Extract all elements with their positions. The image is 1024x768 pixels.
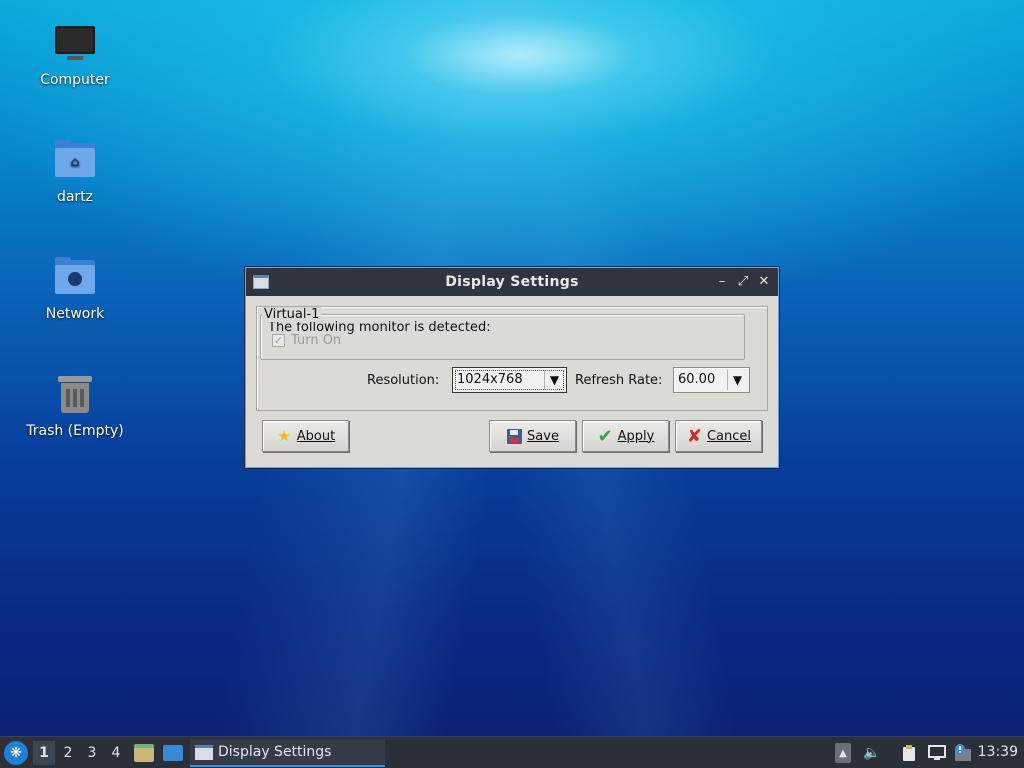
floppy-disk-icon — [506, 428, 523, 445]
save-button[interactable]: Save — [489, 420, 576, 452]
resolution-label: Resolution: — [367, 373, 440, 388]
workspace-1[interactable]: 1 — [33, 741, 55, 765]
file-manager-launcher-icon[interactable] — [134, 744, 154, 762]
desktop-icon-label: Network — [45, 306, 105, 322]
close-button[interactable]: ✕ — [756, 274, 772, 290]
refresh-rate-label: Refresh Rate: — [575, 373, 663, 388]
task-label: Display Settings — [218, 744, 332, 760]
desktop-icon-label: dartz — [56, 189, 94, 205]
refresh-rate-dropdown[interactable]: 60.00 ▼ — [673, 367, 750, 393]
clipboard-icon[interactable] — [900, 743, 918, 763]
chevron-down-icon: ▼ — [544, 370, 564, 390]
desktop-icon-computer[interactable]: Computer — [20, 22, 130, 88]
workspace-2[interactable]: 2 — [57, 741, 79, 765]
clock[interactable]: 13:39 — [978, 744, 1018, 760]
dialog-title: Display Settings — [445, 274, 579, 290]
apply-button[interactable]: ✔ Apply — [582, 420, 669, 452]
resolution-value: 1024x768 — [457, 372, 523, 387]
chevron-down-icon: ▼ — [727, 370, 747, 390]
about-button-label: About — [296, 428, 336, 444]
save-button-label: Save — [527, 428, 559, 444]
turn-on-checkbox[interactable]: ✓ — [272, 334, 285, 347]
volume-icon[interactable]: 🔈 — [862, 743, 882, 763]
monitor-name: Virtual-1 — [262, 307, 322, 322]
taskbar: ❋ 1 2 3 4 Display Settings ▲ 🔈 13:39 — [0, 736, 1024, 768]
network-status-icon[interactable] — [927, 743, 947, 763]
tray-expand-icon[interactable]: ▲ — [835, 743, 851, 763]
dialog-titlebar[interactable]: Display Settings – ⤢ ✕ — [246, 268, 778, 296]
desktop-icon-label: Trash (Empty) — [26, 423, 124, 439]
desktop-icon-trash[interactable]: Trash (Empty) — [20, 373, 130, 439]
show-desktop-icon[interactable] — [163, 745, 183, 761]
desktop-icon-network[interactable]: Network — [20, 256, 130, 322]
desktop-icon-home[interactable]: ⌂ dartz — [20, 139, 130, 205]
refresh-rate-value: 60.00 — [678, 372, 716, 387]
apply-button-label: Apply — [617, 428, 655, 444]
cancel-button-label: Cancel — [706, 428, 752, 444]
cancel-button[interactable]: ✘ Cancel — [675, 420, 762, 452]
display-settings-dialog: Display Settings – ⤢ ✕ The following mon… — [245, 267, 779, 468]
start-menu-button[interactable]: ❋ — [4, 741, 28, 765]
trash-icon — [53, 373, 97, 417]
window-app-icon — [195, 744, 213, 760]
maximize-button[interactable]: ⤢ — [735, 274, 751, 290]
home-folder-icon: ⌂ — [53, 139, 97, 183]
network-folder-icon — [53, 256, 97, 300]
workspace-4[interactable]: 4 — [105, 741, 127, 765]
turn-on-label: Turn On — [291, 333, 342, 348]
star-icon: ★ — [277, 426, 291, 445]
cancel-x-icon: ✘ — [686, 425, 703, 447]
taskbar-task-display-settings[interactable]: Display Settings — [190, 739, 385, 767]
workspace-3[interactable]: 3 — [81, 741, 103, 765]
computer-icon — [53, 22, 97, 66]
minimize-button[interactable]: – — [714, 274, 730, 290]
update-notifier-icon[interactable] — [953, 743, 973, 763]
desktop-icon-label: Computer — [40, 72, 110, 88]
resolution-dropdown[interactable]: 1024x768 ▼ — [452, 367, 567, 393]
about-button[interactable]: ★ About — [262, 420, 349, 452]
window-app-icon — [253, 275, 269, 289]
checkmark-icon: ✔ — [597, 425, 613, 447]
